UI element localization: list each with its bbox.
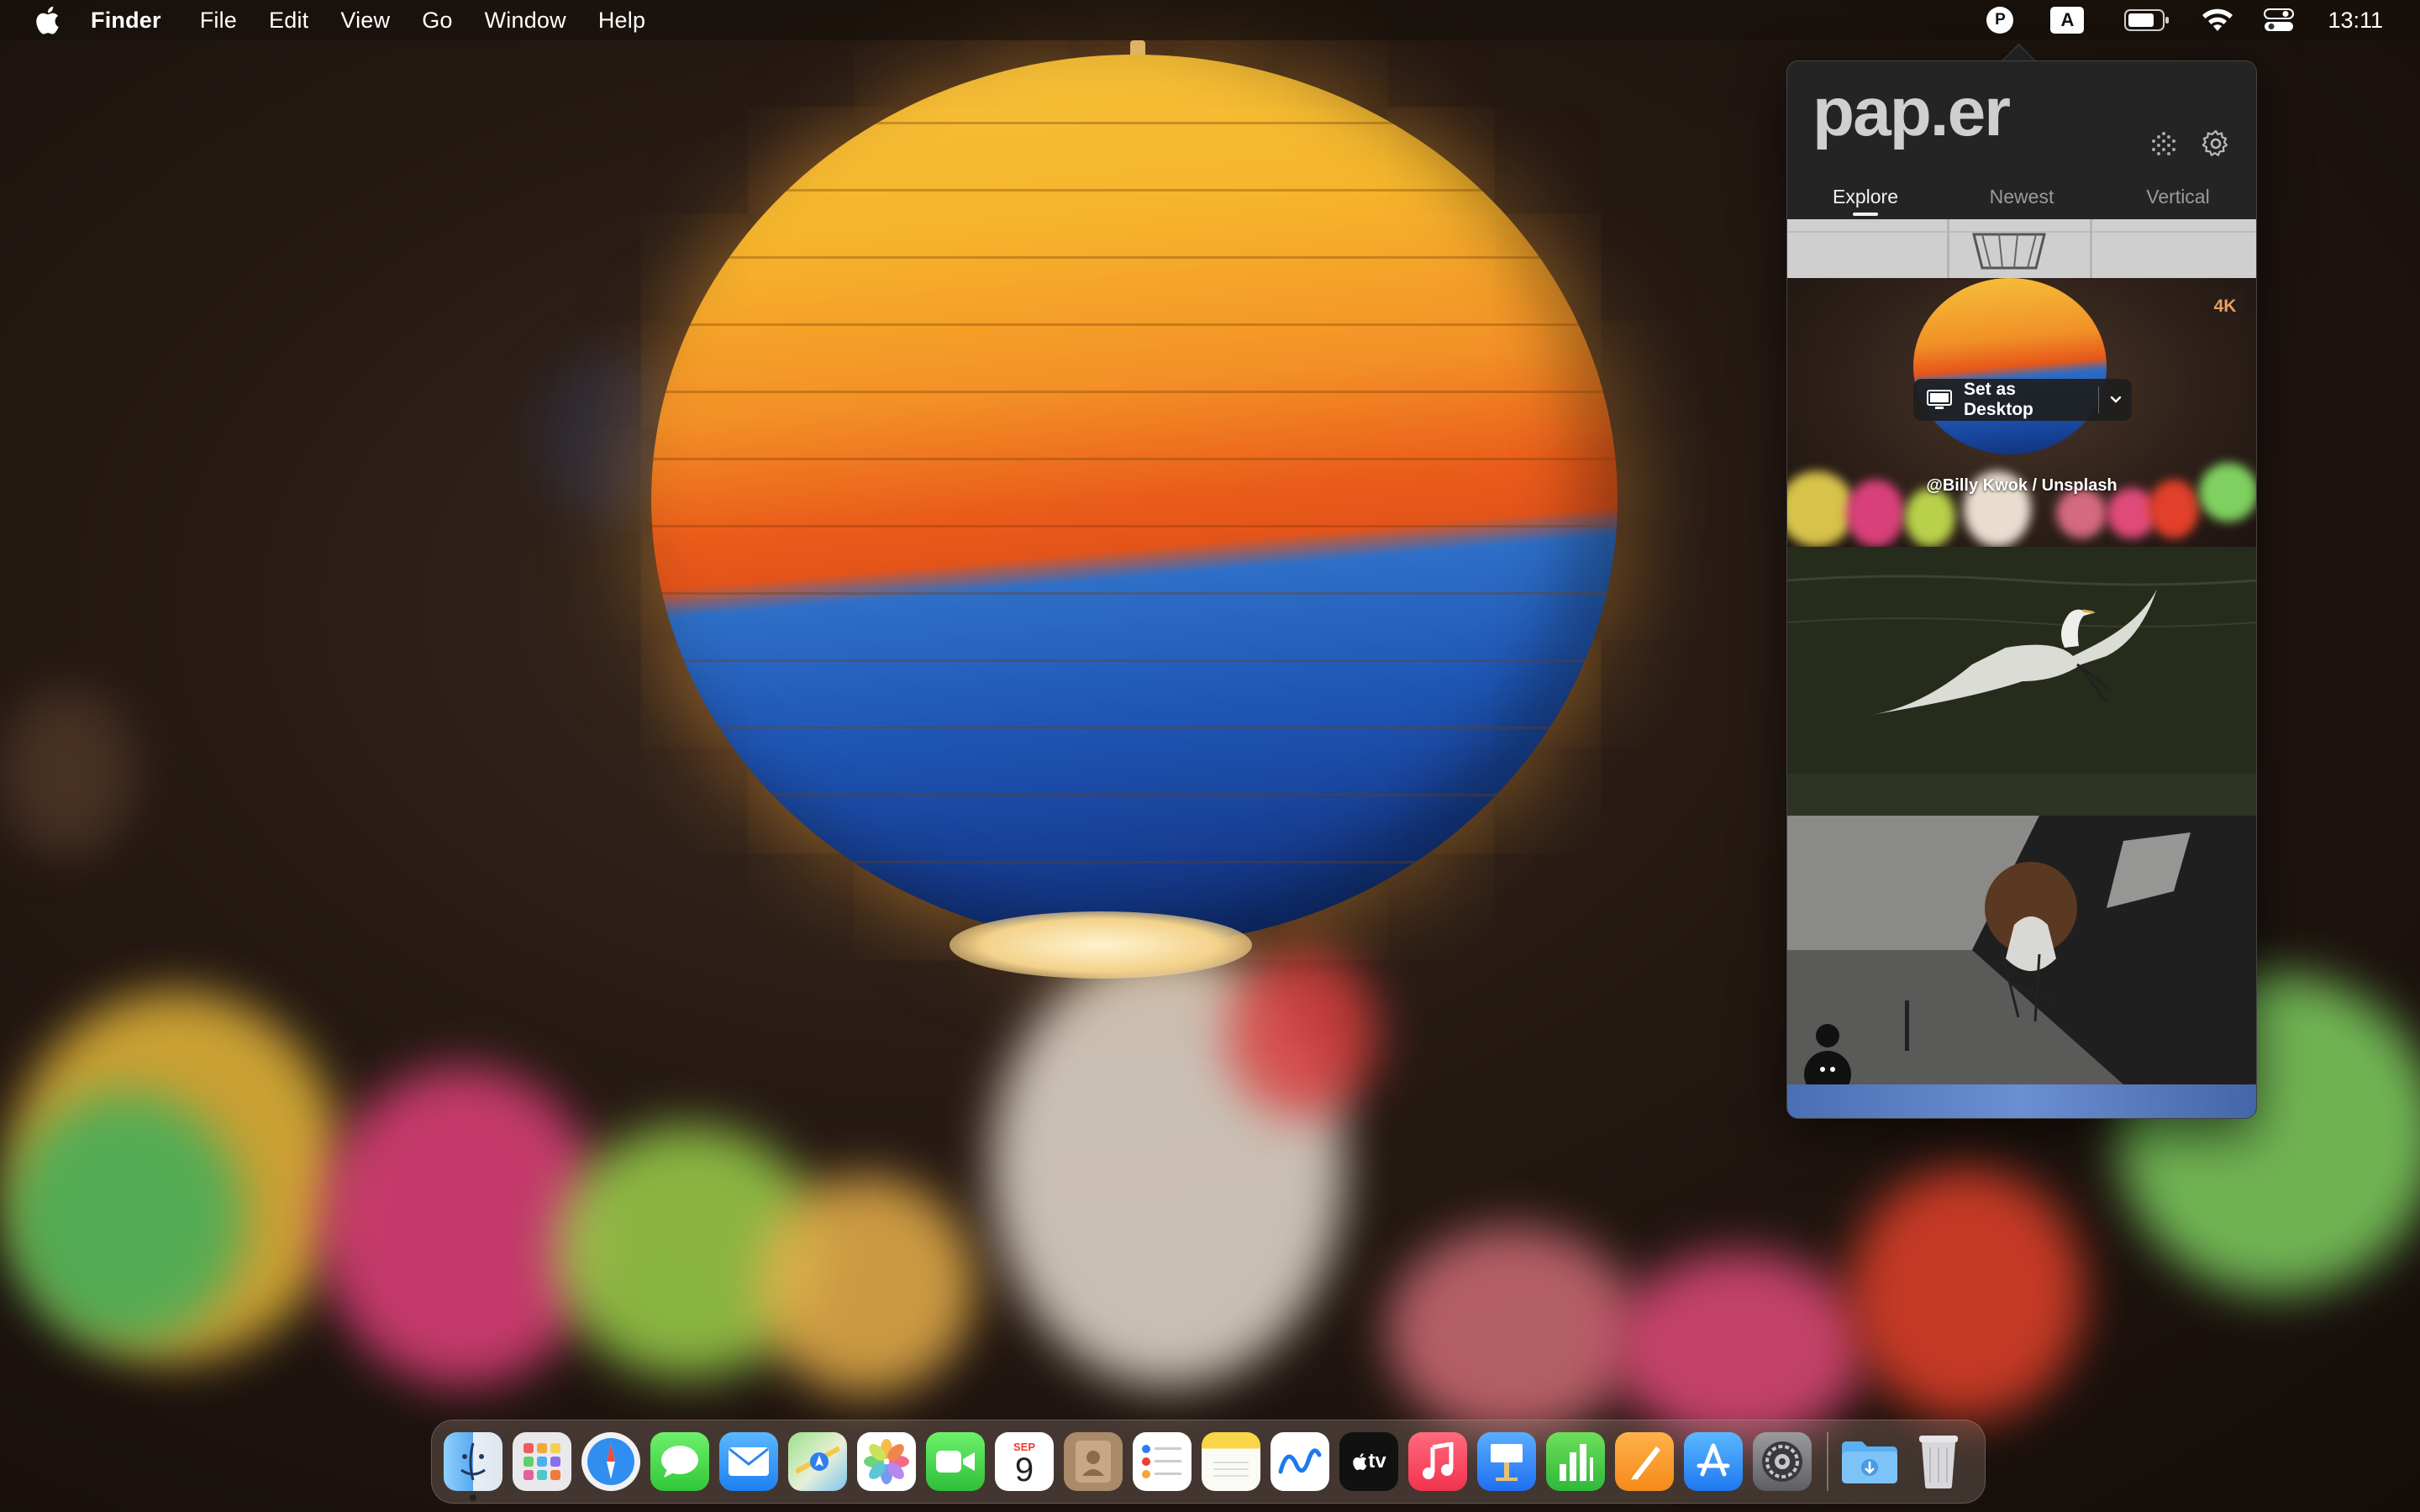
set-as-desktop-button[interactable]: Set as Desktop — [1913, 379, 2132, 421]
dock-safari-icon[interactable] — [581, 1432, 640, 1491]
dock-numbers-icon[interactable] — [1546, 1432, 1605, 1491]
bokeh-light — [756, 1176, 975, 1394]
dots-grid-icon[interactable] — [2147, 127, 2181, 160]
bokeh-light — [8, 1092, 244, 1344]
lantern-rib — [651, 659, 1618, 662]
wallpaper-thumbnail[interactable] — [1787, 1084, 2256, 1118]
settings-gear-icon[interactable] — [2199, 127, 2233, 160]
menu-view[interactable]: View — [340, 8, 390, 34]
tab-bar: Explore Newest Vertical — [1787, 179, 2256, 219]
wallpaper-thumbnail[interactable] — [1787, 816, 2256, 1084]
running-indicator — [470, 1494, 476, 1501]
dock-separator — [1827, 1432, 1828, 1491]
paper-app-icon[interactable]: P — [1986, 7, 2014, 34]
dock-app-store-icon[interactable] — [1684, 1432, 1743, 1491]
dock-mail-icon[interactable] — [719, 1432, 778, 1491]
dock-notes-icon[interactable] — [1202, 1432, 1260, 1491]
photo-credit[interactable]: @Billy Kwok / Unsplash — [1787, 476, 2256, 496]
lantern-rib — [651, 458, 1618, 460]
menu-clock[interactable]: 13:11 — [2328, 8, 2383, 34]
dock-calendar-icon[interactable]: SEP 9 — [995, 1432, 1054, 1491]
dock-maps-icon[interactable] — [788, 1432, 847, 1491]
set-as-desktop-label: Set as Desktop — [1964, 380, 2033, 419]
dock-finder-icon[interactable] — [444, 1432, 502, 1501]
menu-window[interactable]: Window — [485, 8, 566, 34]
bokeh-light — [1849, 1168, 2084, 1420]
dock-trash-icon[interactable] — [1909, 1432, 1968, 1491]
tab-newest[interactable]: Newest — [1944, 179, 2100, 219]
lantern-rib — [651, 256, 1618, 259]
dock-contacts-icon[interactable] — [1064, 1432, 1123, 1491]
paper-letter: P — [1986, 7, 2014, 34]
thumbnail-bokeh — [1905, 488, 1955, 547]
bokeh-light — [1613, 1252, 1865, 1445]
tab-explore[interactable]: Explore — [1787, 179, 1944, 219]
paper-popover: pap.er Explore Newest Vertical 4K Set as… — [1786, 60, 2257, 1119]
dock: SEP 9 tv — [431, 1420, 1986, 1504]
dock-freeform-icon[interactable] — [1270, 1432, 1329, 1491]
wallpaper-thumbnail-featured[interactable]: 4K Set as Desktop @Billy Kwok / Unsplash — [1787, 278, 2256, 547]
thumbnail-bokeh — [2056, 488, 2107, 538]
lantern-rib — [651, 794, 1618, 796]
wifi-icon[interactable] — [2202, 8, 2233, 33]
lantern — [651, 55, 1618, 945]
lantern-rib — [651, 391, 1618, 393]
popover-header: pap.er Explore Newest Vertical — [1787, 61, 2256, 219]
dock-music-icon[interactable] — [1408, 1432, 1467, 1491]
bokeh-light — [1227, 949, 1378, 1117]
lantern-rib — [651, 189, 1618, 192]
input-source-letter: A — [2050, 7, 2085, 34]
battery-icon[interactable] — [2124, 9, 2170, 31]
dock-tv-icon[interactable]: tv — [1339, 1432, 1398, 1491]
wallpaper-thumbnail[interactable] — [1787, 219, 2256, 278]
chevron-down-icon[interactable] — [2099, 395, 2132, 405]
calendar-day: 9 — [1014, 1451, 1034, 1488]
tab-vertical[interactable]: Vertical — [2100, 179, 2256, 219]
dock-facetime-icon[interactable] — [926, 1432, 985, 1491]
lantern-rib — [651, 861, 1618, 864]
wallpaper-thumbnail[interactable] — [1787, 547, 2256, 816]
dock-system-settings-icon[interactable] — [1753, 1432, 1812, 1491]
menu-bar: Finder File Edit View Go Window Help P A… — [0, 0, 2420, 40]
wallpaper-feed[interactable]: 4K Set as Desktop @Billy Kwok / Unsplash — [1787, 219, 2256, 1118]
menu-app-name[interactable]: Finder — [91, 8, 161, 34]
resolution-badge: 4K — [2206, 290, 2244, 323]
bokeh-light — [1386, 1226, 1639, 1436]
thumbnail-lantern — [1913, 278, 2107, 454]
lantern-opening — [950, 911, 1252, 979]
input-source-icon[interactable]: A — [2050, 7, 2085, 34]
control-center-icon[interactable] — [2264, 8, 2295, 33]
apple-menu-icon[interactable] — [32, 3, 62, 37]
dock-reminders-icon[interactable] — [1133, 1432, 1192, 1491]
lantern-rib — [651, 122, 1618, 124]
menu-go[interactable]: Go — [422, 8, 452, 34]
menu-help[interactable]: Help — [598, 8, 645, 34]
dock-messages-icon[interactable] — [650, 1432, 709, 1491]
dock-pages-icon[interactable] — [1615, 1432, 1674, 1491]
lantern-rib — [651, 525, 1618, 528]
lantern-rib — [651, 323, 1618, 326]
tv-label: tv — [1368, 1450, 1386, 1473]
menu-edit[interactable]: Edit — [269, 8, 308, 34]
app-logo: pap.er — [1812, 74, 2011, 150]
dock-downloads-folder-icon[interactable] — [1840, 1432, 1899, 1491]
bokeh-light — [0, 689, 134, 857]
lantern-rib — [651, 592, 1618, 595]
dock-photos-icon[interactable] — [857, 1432, 916, 1491]
dock-keynote-icon[interactable] — [1477, 1432, 1536, 1491]
dock-launchpad-icon[interactable] — [513, 1432, 571, 1491]
monitor-icon — [1927, 390, 1952, 410]
menu-file[interactable]: File — [200, 8, 237, 34]
lantern-rib — [651, 727, 1618, 729]
